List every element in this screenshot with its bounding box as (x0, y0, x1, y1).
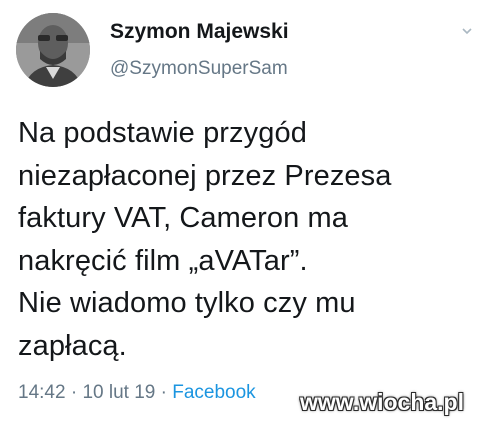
author-display-name[interactable]: Szymon Majewski (110, 20, 289, 44)
tweet-text-line: Na podstawie przygód (18, 117, 307, 149)
tweet-text-line: Nie wiadomo tylko czy mu (18, 287, 356, 319)
meta-separator: · (160, 382, 167, 403)
tweet-source-link[interactable]: Facebook (172, 382, 255, 403)
meta-separator: · (70, 382, 78, 403)
tweet-text-line: faktury VAT, Cameron ma (18, 202, 348, 234)
tweet-text-line: zapłacą. (18, 329, 127, 362)
tweet-text: Na podstawie przygód niezapłaconej przez… (18, 112, 468, 367)
tweet-card: Szymon Majewski @SzymonSuperSam Na podst… (0, 0, 480, 429)
tweet-time[interactable]: 14:42 (18, 382, 66, 403)
person-portrait-icon (16, 13, 90, 87)
tweet-date[interactable]: 10 lut 19 (82, 382, 155, 403)
tweet-text-line: niezapłaconej przez Prezesa (18, 159, 392, 192)
author-handle[interactable]: @SzymonSuperSam (110, 58, 288, 80)
watermark: www.wiocha.pl (300, 389, 464, 415)
avatar[interactable] (16, 13, 90, 87)
tweet-meta: 14:42 · 10 lut 19 · Facebook (18, 382, 256, 404)
chevron-down-icon[interactable] (460, 24, 474, 38)
tweet-text-line: nakręcić film „aVATar”. (18, 244, 308, 277)
